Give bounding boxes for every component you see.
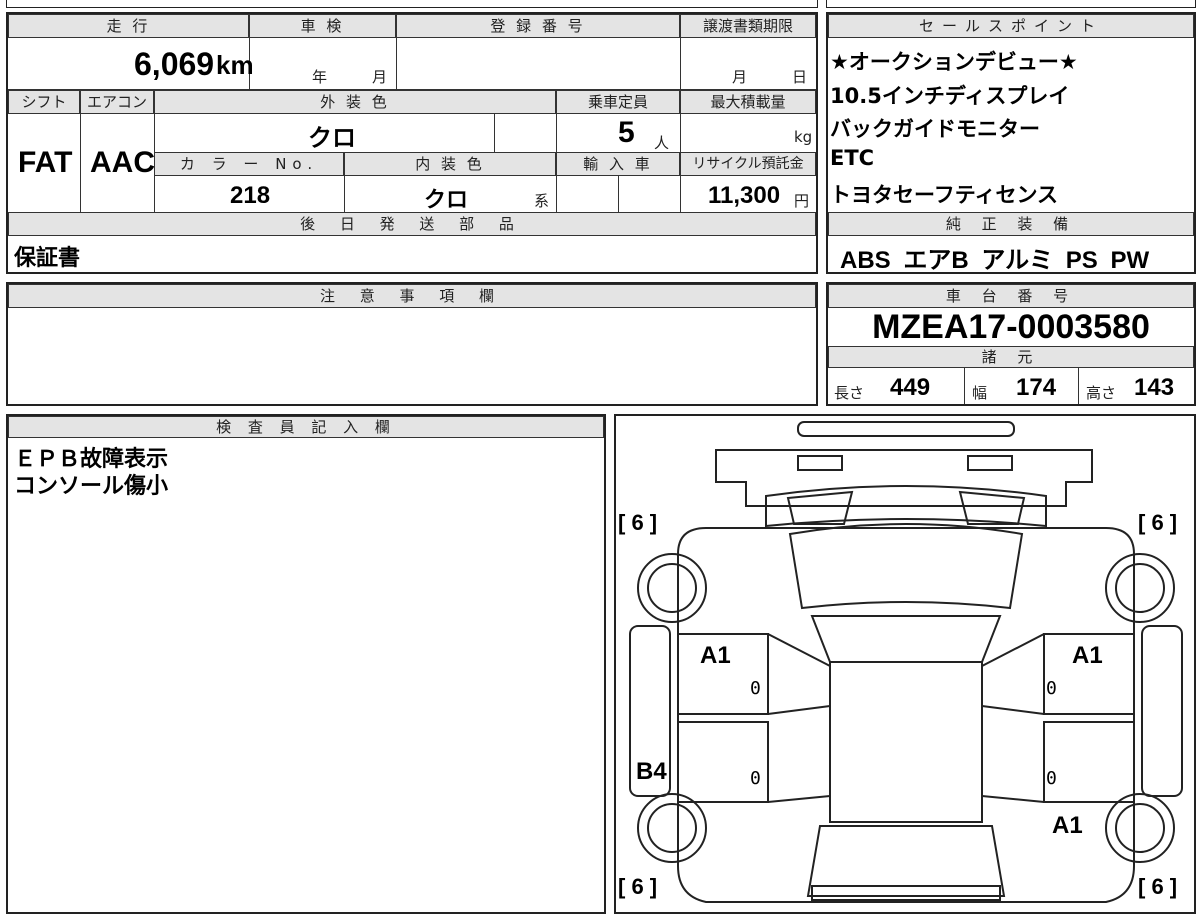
divider: [80, 114, 81, 212]
sales-point-1: ★オークションデビュー★: [830, 50, 1078, 74]
later-parts-header: 後 日 発 送 部 品: [8, 212, 816, 236]
recycle-unit: 円: [794, 192, 810, 210]
divider: [680, 38, 681, 90]
inspector-note-2: コンソール傷小: [14, 474, 169, 499]
width-value: 174: [1016, 374, 1057, 401]
transfer-deadline-header: 譲渡書類期限: [680, 14, 816, 38]
specs-header: 諸 元: [828, 346, 1194, 368]
recycle-value: 11,300: [708, 182, 781, 209]
tire-mark-rear-left: [ 6 ]: [618, 874, 658, 899]
length-value: 449: [890, 374, 931, 401]
divider: [396, 38, 397, 90]
interior-color-suffix: 系: [534, 192, 550, 210]
color-no-value: 218: [230, 182, 271, 209]
height-value: 143: [1134, 374, 1175, 401]
mileage-header: 走 行: [8, 14, 249, 38]
shift-header: シフト: [8, 90, 80, 114]
color-no-header: カ ラ ー No.: [154, 152, 344, 176]
divider: [344, 176, 345, 212]
damage-mark-left-rocker: B4: [636, 758, 667, 785]
sales-point-4: ETC: [830, 146, 875, 170]
genuine-equipment-header: 純 正 装 備: [828, 212, 1194, 236]
exterior-color-value: クロ: [308, 125, 356, 152]
inspection-year-label: 年: [312, 68, 328, 86]
shift-value: FAT: [18, 146, 73, 179]
divider: [618, 176, 619, 212]
max-load-header: 最大積載量: [680, 90, 816, 114]
deadline-month-label: 月: [732, 68, 748, 86]
import-header: 輸 入 車: [556, 152, 680, 176]
divider: [1078, 368, 1079, 404]
tire-mark-front-right: [ 6 ]: [1138, 510, 1178, 535]
damage-mark-right-rear: A1: [1052, 812, 1083, 839]
capacity-header: 乗車定員: [556, 90, 680, 114]
sales-point-5: トヨタセーフティセンス: [830, 183, 1059, 207]
panel-zero-rr: 0: [1046, 768, 1057, 789]
notes-header: 注 意 事 項 欄: [8, 284, 816, 308]
inspection-header: 車 検: [249, 14, 396, 38]
top-strip-right: [826, 0, 1196, 8]
aircon-header: エアコン: [80, 90, 154, 114]
mileage-value: 6,069: [134, 46, 215, 82]
tire-mark-rear-right: [ 6 ]: [1138, 874, 1178, 899]
chassis-header: 車 台 番 号: [828, 284, 1194, 308]
deadline-day-label: 日: [792, 68, 808, 86]
mileage-unit: km: [216, 50, 254, 80]
divider: [494, 114, 495, 152]
interior-color-value: クロ: [424, 187, 469, 212]
damage-mark-front-left-door: A1: [700, 642, 731, 669]
damage-mark-front-right-door: A1: [1072, 642, 1103, 669]
top-strip: [6, 0, 818, 8]
capacity-value: 5: [618, 116, 635, 149]
aircon-value: AAC: [90, 146, 155, 179]
recycle-header: リサイクル預託金: [680, 152, 816, 176]
exterior-color-header: 外 装 色: [154, 90, 556, 114]
inspector-header: 検 査 員 記 入 欄: [8, 416, 604, 438]
chassis-number: MZEA17-0003580: [872, 308, 1150, 346]
divider: [964, 368, 965, 404]
length-label: 長さ: [834, 384, 865, 402]
width-label: 幅: [972, 384, 988, 402]
panel-zero-fr: 0: [1046, 678, 1057, 699]
later-parts-value: 保証書: [14, 246, 81, 271]
genuine-equipment-value: ABS エアB アルミ PS PW: [840, 247, 1150, 274]
tire-mark-front-left: [ 6 ]: [618, 510, 658, 535]
height-label: 高さ: [1086, 384, 1117, 402]
panel-zero-rl: 0: [750, 768, 761, 789]
sales-points-header: セールスポイント: [828, 14, 1194, 38]
inspection-month-label: 月: [372, 68, 388, 86]
sales-point-3: バックガイドモニター: [830, 117, 1040, 141]
panel-zero-fl: 0: [750, 678, 761, 699]
sales-point-2: 10.5インチディスプレイ: [830, 84, 1070, 108]
max-load-unit: kg: [794, 128, 813, 146]
registration-header: 登 録 番 号: [396, 14, 680, 38]
interior-color-header: 内 装 色: [344, 152, 556, 176]
capacity-unit: 人: [654, 134, 670, 152]
